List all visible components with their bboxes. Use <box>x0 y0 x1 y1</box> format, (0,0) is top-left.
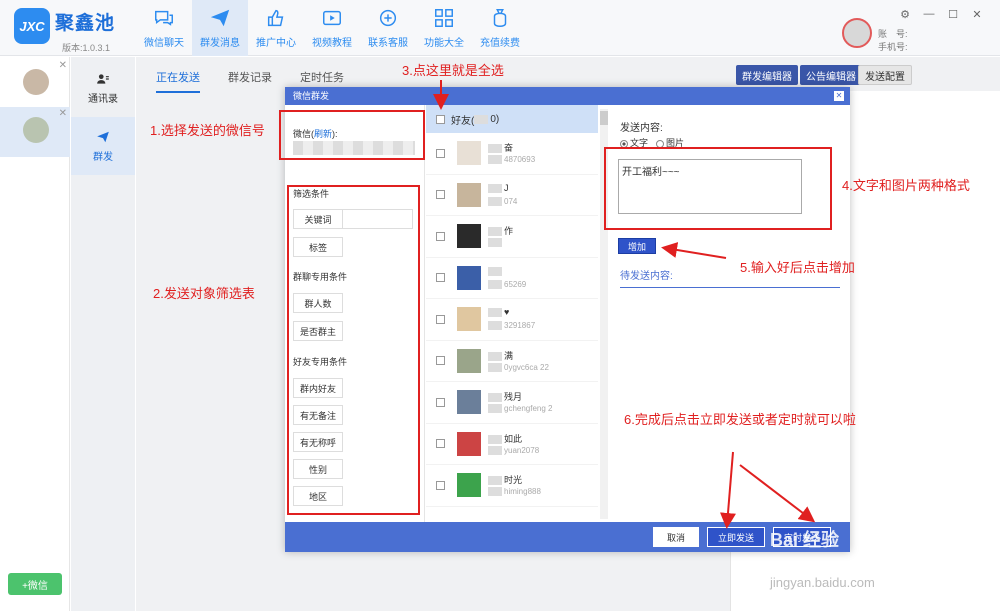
watermark-logo: Bai 经验 <box>770 530 840 550</box>
arrow-scheduled <box>739 464 816 523</box>
arrow-add <box>661 242 727 259</box>
arrow-send-now <box>720 451 736 529</box>
watermark-url: jingyan.baidu.com <box>770 575 875 590</box>
annotation-arrows <box>433 80 816 529</box>
